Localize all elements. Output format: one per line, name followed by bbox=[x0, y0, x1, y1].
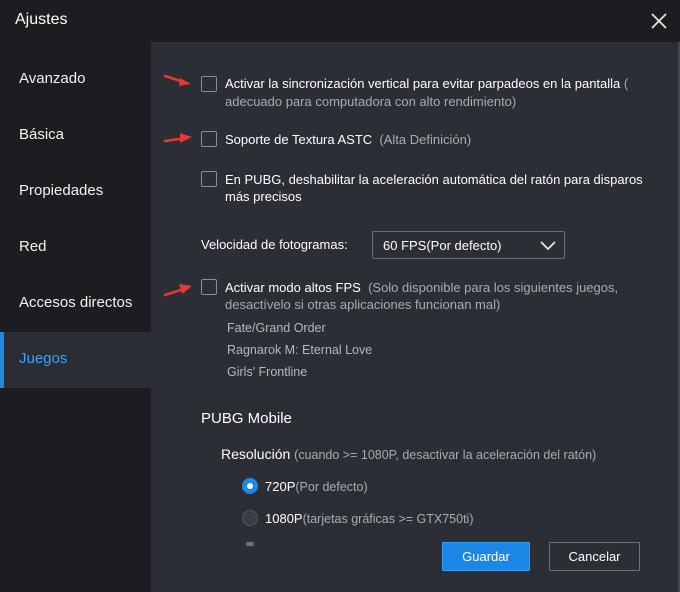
resolution-hint: (cuando >= 1080P, desactivar la acelerac… bbox=[294, 448, 597, 462]
resolution-label: Resolución (cuando >= 1080P, desactivar … bbox=[221, 446, 597, 462]
sidebar-item-label: Red bbox=[19, 238, 47, 255]
resolution-1080p-label: 1080P(tarjetas gráficas >= GTX750ti) bbox=[265, 511, 474, 526]
pubg-mouse-checkbox[interactable] bbox=[201, 171, 217, 187]
fps-label: Velocidad de fotogramas: bbox=[201, 237, 348, 252]
resolution-720p-radio[interactable] bbox=[242, 478, 258, 494]
sidebar-item-label: Accesos directos bbox=[19, 294, 133, 311]
next-radio-peek bbox=[246, 542, 254, 546]
vsync-hint-open: ( bbox=[623, 76, 629, 91]
vsync-hint: adecuado para computadora con alto rendi… bbox=[225, 94, 517, 109]
sidebar-item-label: Propiedades bbox=[19, 182, 104, 199]
sidebar-item-label: Juegos bbox=[19, 350, 68, 367]
sidebar-item-accesos-directos[interactable]: Accesos directos bbox=[0, 276, 151, 332]
high-fps-hint-line1: (Solo disponible para los siguientes jue… bbox=[368, 280, 619, 295]
chevron-down-icon bbox=[540, 241, 556, 251]
title-bar: Ajustes bbox=[0, 0, 680, 42]
sidebar-item-basica[interactable]: Básica bbox=[0, 108, 151, 164]
games-settings-panel: Activar la sincronización vertical para … bbox=[151, 42, 678, 592]
vsync-checkbox[interactable] bbox=[201, 76, 217, 92]
sidebar-item-juegos[interactable]: Juegos bbox=[0, 332, 151, 388]
sidebar-item-red[interactable]: Red bbox=[0, 220, 151, 276]
annotation-arrow-icon bbox=[163, 74, 191, 86]
astc-checkbox[interactable] bbox=[201, 131, 217, 147]
supported-game-item: Ragnarok M: Eternal Love bbox=[227, 343, 373, 357]
supported-game-item: Girls' Frontline bbox=[227, 365, 308, 379]
high-fps-hint-line2: desactívelo si otras aplicaciones funcio… bbox=[225, 297, 501, 312]
resolution-1080p-radio[interactable] bbox=[242, 510, 258, 526]
annotation-arrow-icon bbox=[163, 133, 192, 143]
high-fps-label: Activar modo altos FPS (Solo disponible … bbox=[225, 280, 619, 295]
window-title: Ajustes bbox=[15, 11, 68, 28]
vsync-label: Activar la sincronización vertical para … bbox=[225, 76, 629, 91]
astc-hint: (Alta Definición) bbox=[379, 132, 472, 147]
astc-label: Soporte de Textura ASTC (Alta Definición… bbox=[225, 132, 472, 147]
sidebar-item-avanzado[interactable]: Avanzado bbox=[0, 52, 151, 108]
sidebar-item-propiedades[interactable]: Propiedades bbox=[0, 164, 151, 220]
pubg-mouse-label-line1: En PUBG, deshabilitar la aceleración aut… bbox=[225, 172, 643, 187]
cancel-button[interactable]: Cancelar bbox=[549, 542, 640, 571]
sidebar-item-label: Básica bbox=[19, 126, 65, 143]
save-button[interactable]: Guardar bbox=[442, 542, 530, 571]
annotation-arrow-icon bbox=[163, 284, 192, 297]
high-fps-checkbox[interactable] bbox=[201, 279, 217, 295]
settings-sidebar: Avanzado Básica Propiedades Red Accesos … bbox=[0, 42, 151, 592]
close-icon[interactable] bbox=[646, 8, 672, 34]
pubg-section-title: PUBG Mobile bbox=[201, 410, 292, 427]
sidebar-item-label: Avanzado bbox=[19, 70, 86, 87]
fps-select-value: 60 FPS(Por defecto) bbox=[383, 238, 502, 253]
pubg-mouse-label-line2: más precisos bbox=[225, 189, 302, 204]
supported-game-item: Fate/Grand Order bbox=[227, 321, 326, 335]
resolution-720p-label: 720P(Por defecto) bbox=[265, 479, 368, 494]
fps-select[interactable]: 60 FPS(Por defecto) bbox=[372, 231, 565, 259]
